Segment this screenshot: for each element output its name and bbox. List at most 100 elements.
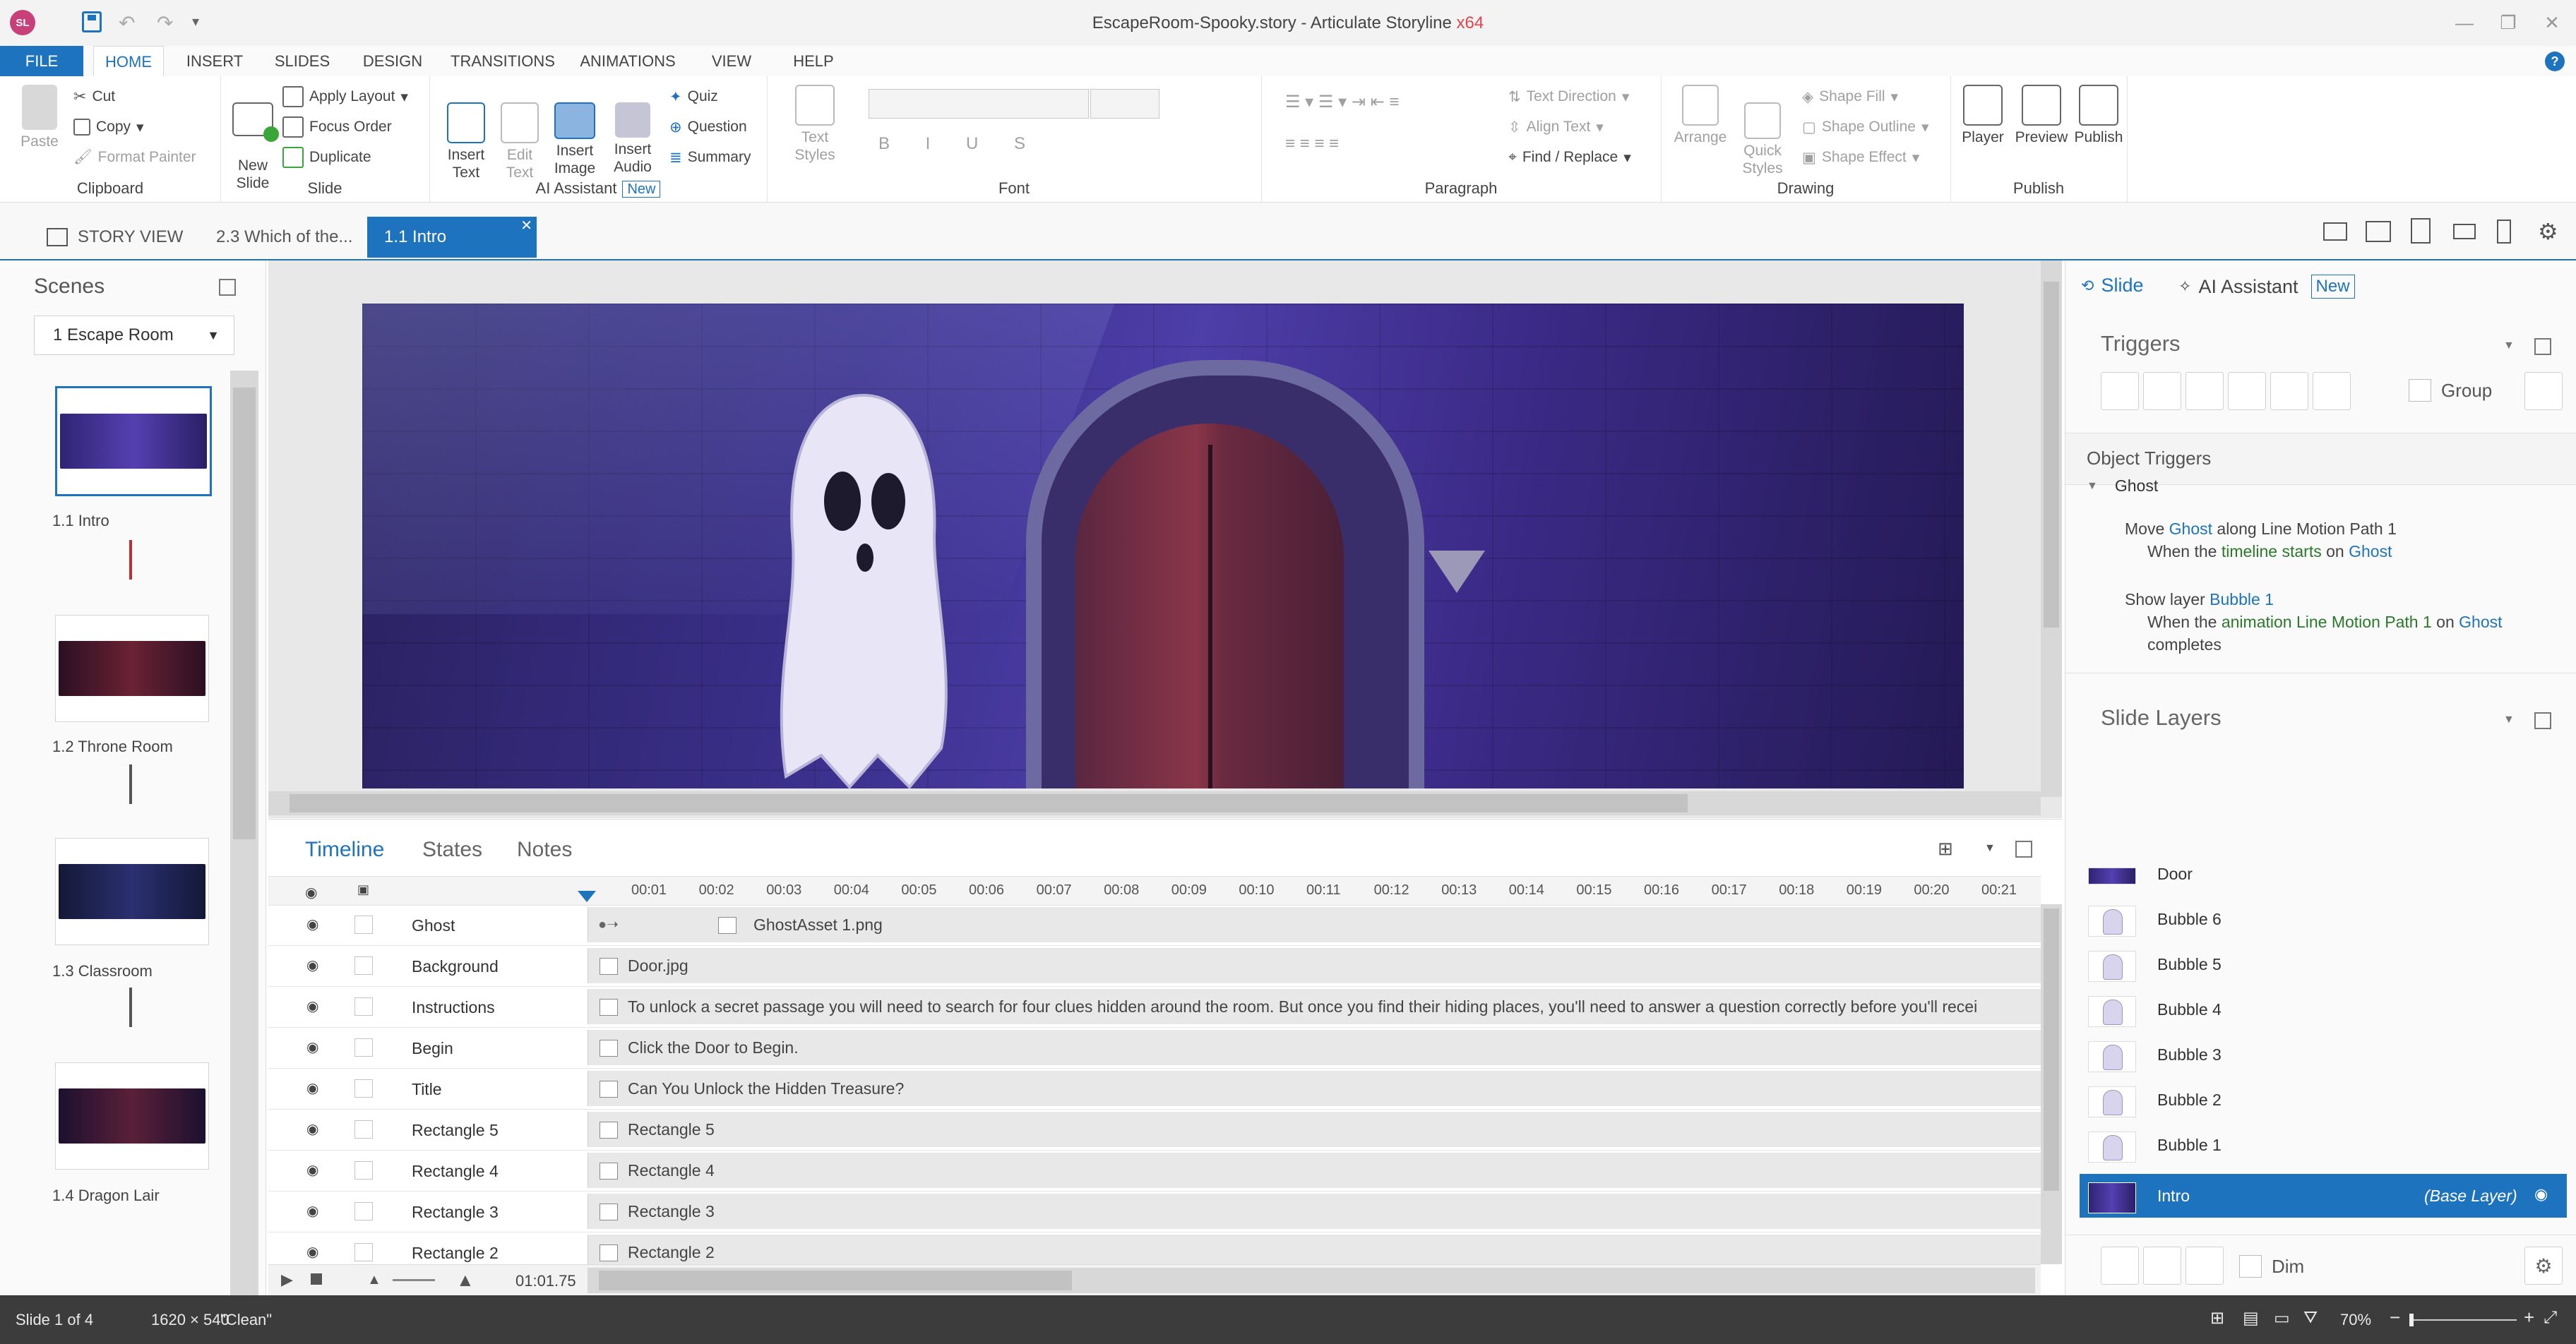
tab-notes[interactable]: Notes xyxy=(517,838,572,862)
paste-trigger-button[interactable] xyxy=(2228,372,2266,410)
zoom-slider[interactable] xyxy=(393,1279,435,1281)
group-checkbox[interactable]: Group xyxy=(2409,379,2492,402)
story-view-icon[interactable]: ⊞ xyxy=(2210,1308,2224,1328)
copy-trigger-button[interactable] xyxy=(2186,372,2224,410)
slide-thumbnail[interactable] xyxy=(55,615,209,722)
tab-timeline[interactable]: Timeline xyxy=(305,838,384,862)
object-name[interactable]: Background xyxy=(412,957,499,976)
focus-order-button[interactable]: Focus Order xyxy=(282,114,392,140)
base-layer-row[interactable]: Intro (Base Layer) ◉ xyxy=(2080,1174,2567,1218)
preview-button[interactable]: Preview xyxy=(2012,85,2070,146)
tab-transitions[interactable]: TRANSITIONS xyxy=(446,46,559,76)
quiz-button[interactable]: ✦ Quiz xyxy=(669,83,718,110)
collapse-panel-icon[interactable] xyxy=(2015,841,2032,858)
duplicate-layer-button[interactable] xyxy=(2143,1247,2181,1285)
font-size-select[interactable] xyxy=(1090,89,1159,119)
lock-checkbox[interactable] xyxy=(354,1161,373,1180)
maximize-button[interactable]: ❐ xyxy=(2487,8,2529,37)
scrollbar-thumb[interactable] xyxy=(2044,282,2059,628)
timeline-bar[interactable]: ●➝ GhostAsset 1.png xyxy=(588,907,2041,942)
timeline-options-icon[interactable]: ⊞ xyxy=(1938,838,1953,860)
eye-icon[interactable]: ◉ xyxy=(306,1204,325,1218)
slide-view-icon[interactable]: ▤ xyxy=(2243,1308,2259,1328)
zoom-in-icon[interactable]: ▲ xyxy=(456,1269,475,1291)
new-layer-button[interactable] xyxy=(2101,1247,2139,1285)
font-format-buttons[interactable]: B I U S xyxy=(878,134,1041,154)
format-painter-button[interactable]: 🖌 Format Painter xyxy=(73,144,196,171)
zoom-out-icon[interactable]: ▲ xyxy=(367,1272,381,1288)
eye-icon[interactable]: ◉ xyxy=(306,1245,325,1259)
text-styles-button[interactable]: Text Styles xyxy=(780,85,850,164)
phone-landscape-icon[interactable] xyxy=(2453,224,2476,239)
tablet-portrait-icon[interactable] xyxy=(2411,218,2431,244)
layer-row[interactable]: Bubble 1 xyxy=(2080,1123,2567,1167)
zoom-slider-thumb[interactable] xyxy=(2409,1314,2414,1326)
delete-trigger-button[interactable] xyxy=(2270,372,2308,410)
eye-icon[interactable]: ◉ xyxy=(306,1040,325,1055)
save-icon[interactable] xyxy=(82,11,102,32)
lock-checkbox[interactable] xyxy=(354,1243,373,1261)
tab-file[interactable]: FILE xyxy=(0,46,83,76)
player-button[interactable]: Player xyxy=(1956,85,2010,146)
eye-icon[interactable]: ◉ xyxy=(306,1081,325,1096)
stop-icon[interactable] xyxy=(311,1273,322,1285)
tab-slides[interactable]: SLIDES xyxy=(268,46,336,76)
lock-checkbox[interactable] xyxy=(354,1120,373,1139)
delete-layer-button[interactable] xyxy=(2186,1247,2224,1285)
object-name[interactable]: Ghost xyxy=(412,916,455,935)
app-logo[interactable]: SL xyxy=(10,10,35,35)
lock-checkbox[interactable] xyxy=(354,916,373,934)
tab-design[interactable]: DESIGN xyxy=(356,46,429,76)
insert-audio-button[interactable]: Insert Audio xyxy=(604,85,661,176)
timeline-bar[interactable]: Rectangle 4 xyxy=(588,1153,2041,1188)
publish-button[interactable]: Publish xyxy=(2072,85,2125,146)
eye-icon[interactable]: ◉ xyxy=(305,884,317,901)
list-buttons[interactable]: ☰ ▾ ☰ ▾ ⇥ ⇤ ≡ xyxy=(1285,92,1399,112)
timeline-row[interactable]: ◉ Begin Click the Door to Begin. xyxy=(268,1027,2041,1069)
eye-icon[interactable]: ◉ xyxy=(306,959,325,973)
timeline-hscrollbar[interactable] xyxy=(588,1268,2035,1293)
trigger-move-ghost[interactable]: Move Ghost along Line Motion Path 1 When… xyxy=(2125,517,2397,563)
redo-icon[interactable]: ↷ xyxy=(157,11,173,35)
tab-help[interactable]: HELP xyxy=(785,46,842,76)
timeline-row[interactable]: ◉ Ghost ●➝ GhostAsset 1.png xyxy=(268,904,2041,946)
layer-row[interactable]: Bubble 3 xyxy=(2080,1033,2567,1076)
slide-stage[interactable] xyxy=(362,304,1964,788)
collapse-panel-icon[interactable] xyxy=(219,279,236,296)
layer-row[interactable]: Bubble 4 xyxy=(2080,988,2567,1031)
object-name[interactable]: Instructions xyxy=(412,998,495,1017)
align-text-button[interactable]: ⇳ Align Text ▾ xyxy=(1508,114,1604,140)
timeline-bar[interactable]: Click the Door to Begin. xyxy=(588,1030,2041,1065)
scene-select[interactable]: 1 Escape Room ▼ xyxy=(34,316,234,355)
lock-checkbox[interactable] xyxy=(354,956,373,975)
quick-styles-button[interactable]: Quick Styles xyxy=(1733,85,1792,177)
cut-button[interactable]: ✂ Cut xyxy=(73,83,115,110)
edit-trigger-button[interactable] xyxy=(2143,372,2181,410)
new-trigger-button[interactable] xyxy=(2101,372,2139,410)
canvas-vscrollbar[interactable] xyxy=(2041,260,2062,797)
layer-row[interactable]: Door xyxy=(2080,852,2567,896)
summary-button[interactable]: ≣ Summary xyxy=(669,144,751,171)
shape-fill-button[interactable]: ◈ Shape Fill ▾ xyxy=(1802,83,1898,110)
tab-slide-1-1[interactable]: 1.1 Intro ✕ xyxy=(367,217,537,258)
timeline-row[interactable]: ◉ Rectangle 3 Rectangle 3 xyxy=(268,1191,2041,1232)
slide-thumbnail[interactable] xyxy=(55,386,212,496)
zoom-in-icon[interactable]: + xyxy=(2524,1307,2534,1328)
tab-animations[interactable]: ANIMATIONS xyxy=(575,46,681,76)
layer-row[interactable]: Bubble 6 xyxy=(2080,897,2567,941)
help-icon[interactable]: ? xyxy=(2545,52,2565,71)
shape-effect-button[interactable]: ▣ Shape Effect ▾ xyxy=(1802,144,1919,171)
text-direction-button[interactable]: ⇅ Text Direction ▾ xyxy=(1508,83,1629,110)
object-name[interactable]: Rectangle 2 xyxy=(412,1244,499,1263)
collapse-panel-icon[interactable] xyxy=(2534,712,2551,729)
desktop-view-icon[interactable] xyxy=(2323,222,2347,241)
eye-icon[interactable]: ◉ xyxy=(306,1163,325,1177)
scrollbar-thumb[interactable] xyxy=(599,1271,1072,1290)
copy-button[interactable]: Copy ▾ xyxy=(73,114,144,140)
question-button[interactable]: ⊕ Question xyxy=(669,114,747,140)
object-name[interactable]: Begin xyxy=(412,1039,453,1058)
close-button[interactable]: ✕ xyxy=(2531,8,2573,37)
close-tab-icon[interactable]: ✕ xyxy=(520,205,532,246)
fit-icon[interactable]: ⛛ xyxy=(2303,1308,2318,1328)
timeline-bar[interactable]: To unlock a secret passage you will need… xyxy=(588,989,2041,1024)
